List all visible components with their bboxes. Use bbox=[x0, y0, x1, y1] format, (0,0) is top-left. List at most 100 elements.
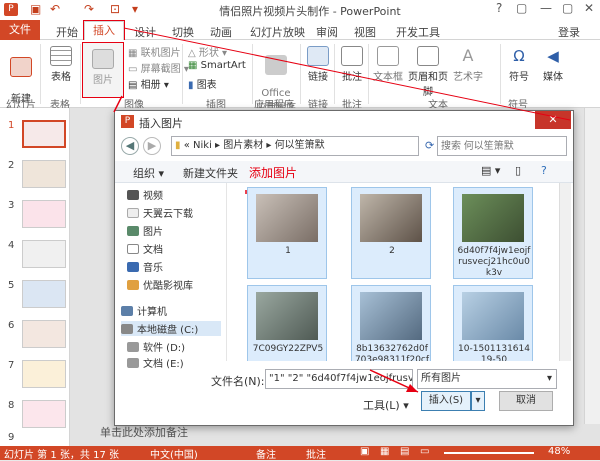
tools-menu[interactable]: 工具(L) ▾ bbox=[363, 397, 409, 413]
new-folder-button[interactable]: 新建文件夹 bbox=[183, 165, 238, 181]
nav-item-youku[interactable]: 优酷影视库 bbox=[127, 277, 193, 292]
media-button[interactable]: ◀ 媒体 bbox=[540, 46, 566, 83]
close-button[interactable]: ✕ bbox=[584, 1, 594, 15]
search-input[interactable] bbox=[437, 136, 567, 156]
ribbon-display-options-icon[interactable]: ▢ bbox=[516, 1, 527, 15]
breadcrumb-images[interactable]: 图片素材 bbox=[223, 140, 263, 151]
nav-item-pictures[interactable]: 图片 bbox=[127, 223, 163, 238]
login-link[interactable]: 登录 bbox=[558, 22, 580, 42]
normal-view-icon[interactable]: ▣ bbox=[360, 446, 369, 457]
group-divider bbox=[252, 44, 253, 104]
notes-pane[interactable]: 单击此处添加备注 bbox=[100, 424, 500, 440]
help-icon[interactable]: ? bbox=[541, 164, 547, 177]
comment-button[interactable]: 批注 bbox=[338, 46, 366, 83]
textbox-button[interactable]: 文本框 bbox=[372, 46, 404, 83]
insert-dropdown-button[interactable]: ▾ bbox=[471, 391, 485, 411]
slide-thumbnail[interactable] bbox=[22, 280, 66, 308]
tab-review[interactable]: 审阅 bbox=[316, 22, 338, 42]
zoom-slider[interactable] bbox=[444, 452, 534, 454]
tab-slideshow[interactable]: 幻灯片放映 bbox=[250, 22, 305, 42]
header-footer-button[interactable]: 页眉和页脚 bbox=[404, 46, 452, 98]
breadcrumb-folder[interactable]: 何以笙箫默 bbox=[275, 140, 325, 151]
dialog-close-button[interactable]: ✕ bbox=[535, 111, 571, 129]
slide-number: 6 bbox=[8, 320, 15, 331]
nav-item-documents[interactable]: 文档 bbox=[127, 241, 163, 256]
image-thumbnail bbox=[360, 194, 422, 242]
refresh-icon[interactable]: ⟳ bbox=[425, 139, 434, 152]
slide-thumbnail[interactable] bbox=[22, 160, 66, 188]
slide-thumbnail[interactable] bbox=[22, 320, 66, 348]
nav-item-music[interactable]: 音乐 bbox=[127, 259, 163, 274]
slide-thumbnail[interactable] bbox=[22, 200, 66, 228]
tab-transitions[interactable]: 切换 bbox=[172, 22, 194, 42]
undo-icon[interactable]: ↶ bbox=[50, 2, 60, 16]
back-button[interactable]: ◀ bbox=[121, 137, 139, 155]
notes-toggle[interactable]: 备注 bbox=[256, 446, 276, 461]
forward-button[interactable]: ▶ bbox=[143, 137, 161, 155]
breadcrumb-niki[interactable]: Niki bbox=[193, 140, 212, 151]
language-status[interactable]: 中文(中国) bbox=[150, 446, 198, 461]
slide-thumbnail[interactable] bbox=[22, 400, 66, 428]
slide-thumbnail[interactable] bbox=[22, 360, 66, 388]
file-tile[interactable]: 8b13632762d0f703e98311f20cf bbox=[351, 285, 431, 361]
zoom-level[interactable]: 48% bbox=[548, 446, 570, 457]
breadcrumb[interactable]: ▮ « Niki ▸ 图片素材 ▸ 何以笙箫默 bbox=[171, 136, 419, 156]
symbol-button[interactable]: Ω 符号 bbox=[506, 46, 532, 83]
organize-button[interactable]: 组织 ▾ bbox=[133, 165, 164, 181]
view-options-icon[interactable]: ▤ ▾ bbox=[481, 164, 500, 177]
file-tile[interactable]: 6d40f7f4jw1eojfrusvecj21hc0u0k3v bbox=[453, 187, 533, 279]
start-slideshow-icon[interactable]: ⊡ bbox=[110, 2, 120, 16]
editor-scrollbar[interactable] bbox=[584, 108, 600, 424]
tab-insert[interactable]: 插入 bbox=[83, 20, 125, 42]
picture-button[interactable]: 图片 bbox=[82, 42, 124, 98]
shapes-button[interactable]: △ 形状 ▾ bbox=[188, 44, 227, 59]
nav-item-drive-d[interactable]: 软件 (D:) bbox=[127, 339, 185, 354]
file-list-scrollbar[interactable] bbox=[559, 183, 571, 361]
smartart-button[interactable]: ▦ SmartArt bbox=[188, 60, 246, 71]
slide-sorter-icon[interactable]: ▦ bbox=[380, 446, 389, 457]
slide-thumbnail[interactable] bbox=[22, 240, 66, 268]
tab-file[interactable]: 文件 bbox=[0, 20, 40, 40]
file-tile[interactable]: 1 bbox=[247, 187, 327, 279]
slide-thumbnail[interactable] bbox=[22, 120, 66, 148]
tab-view[interactable]: 视图 bbox=[354, 22, 376, 42]
nav-item-drive-c[interactable]: 本地磁盘 (C:) bbox=[121, 321, 221, 336]
file-tile[interactable]: 2 bbox=[351, 187, 431, 279]
tab-animations[interactable]: 动画 bbox=[210, 22, 232, 42]
tab-home[interactable]: 开始 bbox=[56, 22, 78, 42]
nav-item-videos[interactable]: 视频 bbox=[127, 187, 163, 202]
screenshot-button[interactable]: ▭ 屏幕截图 ▾ bbox=[128, 60, 189, 75]
chart-button[interactable]: ▮ 图表 bbox=[188, 76, 217, 91]
comments-toggle[interactable]: 批注 bbox=[306, 446, 326, 461]
slideshow-view-icon[interactable]: ▭ bbox=[420, 446, 429, 457]
file-tile[interactable]: 10-150113161419-50 bbox=[453, 285, 533, 361]
maximize-button[interactable]: ▢ bbox=[562, 1, 573, 15]
tab-design[interactable]: 设计 bbox=[134, 22, 156, 42]
customize-quick-access-icon[interactable]: ▾ bbox=[132, 2, 138, 16]
online-pictures-button[interactable]: ▦ 联机图片 bbox=[128, 44, 181, 59]
insert-button[interactable]: 插入(S) bbox=[421, 391, 471, 411]
file-tile[interactable]: 7C09GY22ZPV5 bbox=[247, 285, 327, 361]
nav-item-drive-e[interactable]: 文档 (E:) bbox=[127, 355, 184, 370]
cancel-button[interactable]: 取消 bbox=[499, 391, 553, 411]
wordart-button[interactable]: A 艺术字 bbox=[452, 46, 484, 83]
link-button[interactable]: 链接 bbox=[304, 46, 332, 83]
address-bar: ◀ ▶ ▮ « Niki ▸ 图片素材 ▸ 何以笙箫默 ⟳ bbox=[121, 135, 567, 159]
nav-item-computer[interactable]: 计算机 bbox=[121, 303, 167, 318]
group-divider bbox=[182, 44, 183, 104]
preview-pane-icon[interactable]: ▯ bbox=[515, 164, 521, 177]
image-thumbnail bbox=[360, 292, 422, 340]
filetype-select[interactable]: 所有图片 ▾ bbox=[417, 369, 557, 389]
filename-input[interactable]: "1" "2" "6d40f7f4jw1eojfrusvec bbox=[265, 369, 413, 389]
slide-number: 7 bbox=[8, 360, 15, 371]
speaker-icon: ◀ bbox=[547, 47, 559, 65]
tab-developer[interactable]: 开发工具 bbox=[396, 22, 440, 42]
table-button[interactable]: 表格 bbox=[46, 46, 76, 83]
reading-view-icon[interactable]: ▤ bbox=[400, 446, 409, 457]
save-icon[interactable]: ▣ bbox=[30, 2, 41, 16]
redo-icon[interactable]: ↷ bbox=[84, 2, 94, 16]
nav-item-cloud-download[interactable]: 天翼云下载 bbox=[127, 205, 193, 220]
album-button[interactable]: ▤ 相册 ▾ bbox=[128, 76, 169, 91]
help-button[interactable]: ? bbox=[496, 1, 502, 15]
minimize-button[interactable]: — bbox=[540, 1, 552, 15]
